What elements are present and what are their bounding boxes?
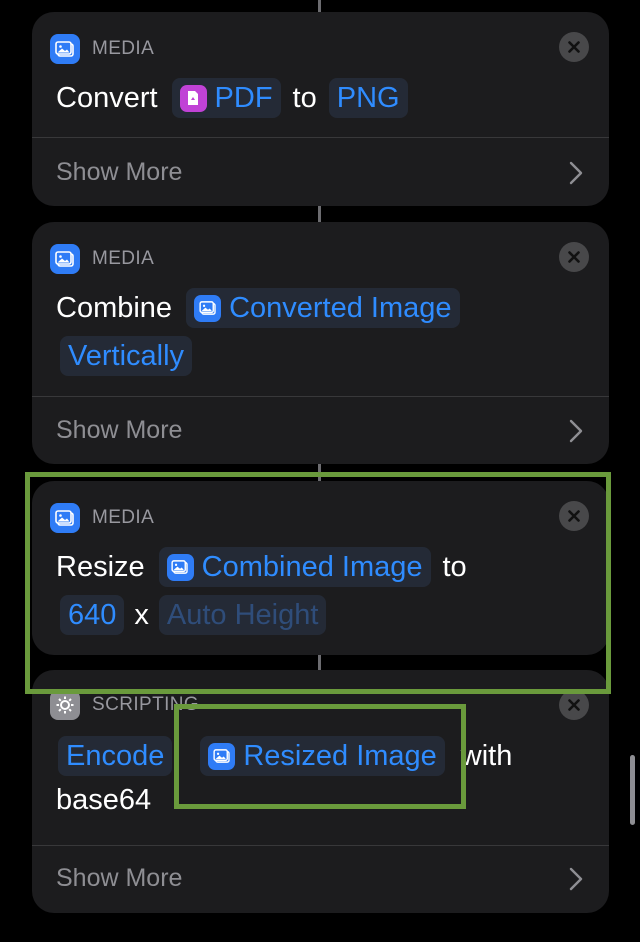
param-label: Encode — [66, 739, 165, 772]
param-input-type[interactable]: PDF — [171, 78, 281, 118]
divider — [32, 137, 609, 138]
action-verb: Convert — [56, 81, 158, 114]
action-line: base64 — [56, 784, 151, 817]
show-more-button[interactable]: Show More — [56, 416, 182, 445]
param-action[interactable]: Encode — [58, 736, 173, 776]
action-line: Combine Converted Image — [56, 288, 460, 328]
param-format[interactable]: base64 — [56, 784, 151, 817]
remove-action-button[interactable] — [559, 690, 589, 720]
chevron-right-icon — [569, 161, 583, 185]
connector-word: with — [460, 739, 513, 772]
highlight-resize-card — [25, 472, 611, 694]
action-card-convert[interactable]: MEDIA Convert PDF to PNG Show More — [32, 12, 609, 206]
action-line: Convert PDF to PNG — [56, 78, 408, 118]
category-row: MEDIA — [50, 244, 154, 274]
highlight-resized-image-param — [174, 704, 466, 809]
gear-icon — [50, 690, 80, 720]
param-label: Vertically — [68, 339, 185, 372]
photo-icon — [50, 244, 80, 274]
connector-line — [318, 0, 321, 12]
param-label: Converted Image — [229, 291, 452, 324]
action-line: Vertically — [60, 336, 193, 376]
category-row: MEDIA — [50, 34, 154, 64]
chevron-right-icon — [569, 419, 583, 443]
photo-icon — [194, 294, 222, 322]
connector-word: to — [292, 81, 317, 114]
close-icon — [568, 251, 580, 263]
close-icon — [568, 699, 580, 711]
param-mode[interactable]: Vertically — [60, 336, 193, 376]
show-more-button[interactable]: Show More — [56, 158, 182, 187]
photo-icon — [50, 34, 80, 64]
action-card-combine[interactable]: MEDIA Combine Converted Image Vertically… — [32, 222, 609, 464]
category-label: MEDIA — [92, 248, 155, 269]
action-verb: Combine — [56, 291, 173, 324]
divider — [32, 845, 609, 846]
divider — [32, 396, 609, 397]
connector-line — [318, 206, 321, 222]
pdf-icon — [179, 84, 207, 112]
category-label: MEDIA — [92, 38, 155, 59]
param-label: PNG — [336, 81, 400, 114]
remove-action-button[interactable] — [559, 242, 589, 272]
param-input-variable[interactable]: Converted Image — [186, 288, 460, 328]
close-icon — [568, 41, 580, 53]
param-output-type[interactable]: PNG — [328, 78, 408, 118]
chevron-right-icon — [569, 867, 583, 891]
remove-action-button[interactable] — [559, 32, 589, 62]
param-label: PDF — [214, 81, 273, 114]
scroll-indicator[interactable] — [630, 755, 635, 825]
show-more-button[interactable]: Show More — [56, 864, 182, 893]
